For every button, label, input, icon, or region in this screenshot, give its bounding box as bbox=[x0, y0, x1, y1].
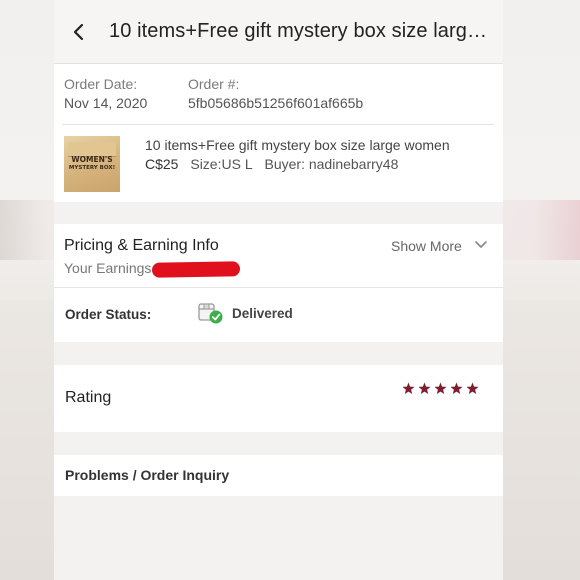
item-price: C$25 bbox=[145, 156, 179, 172]
page-title: 10 items+Free gift mystery box size larg… bbox=[109, 20, 488, 42]
problems-inquiry-row[interactable]: Problems / Order Inquiry bbox=[54, 455, 503, 496]
rating-card: Rating bbox=[54, 365, 503, 432]
redaction-mark bbox=[151, 261, 241, 278]
item-details: C$25 Size:US L Buyer: nadinebarry48 bbox=[145, 156, 398, 172]
thumbnail-caption: WOMEN'S MYSTERY BOX! bbox=[66, 156, 118, 172]
star-icon bbox=[466, 382, 479, 394]
divider bbox=[54, 287, 503, 288]
order-status-label: Order Status: bbox=[65, 307, 152, 322]
thumbnail-subtext: MYSTERY BOX! bbox=[68, 165, 116, 171]
chevron-down-icon[interactable] bbox=[474, 240, 488, 250]
earnings-label: Your Earnings bbox=[64, 260, 152, 276]
order-info-card: Order Date: Nov 14, 2020 Order #: 5fb056… bbox=[54, 64, 503, 202]
item-title[interactable]: 10 items+Free gift mystery box size larg… bbox=[145, 137, 450, 153]
order-number-label: Order #: bbox=[188, 76, 240, 92]
item-thumbnail[interactable]: WOMEN'S MYSTERY BOX! bbox=[64, 136, 120, 192]
divider bbox=[62, 124, 494, 125]
star-icon bbox=[450, 382, 463, 394]
star-icon bbox=[418, 382, 431, 394]
item-buyer[interactable]: Buyer: nadinebarry48 bbox=[265, 156, 399, 172]
star-icon bbox=[402, 382, 415, 394]
header-bar: 10 items+Free gift mystery box size larg… bbox=[54, 0, 503, 64]
item-size: Size:US L bbox=[190, 156, 253, 172]
order-details-screen: 10 items+Free gift mystery box size larg… bbox=[54, 0, 503, 580]
problems-inquiry-label[interactable]: Problems / Order Inquiry bbox=[65, 467, 229, 483]
star-icon bbox=[434, 382, 447, 394]
rating-stars bbox=[402, 382, 479, 402]
order-status-value: Delivered bbox=[232, 306, 293, 321]
rating-label: Rating bbox=[65, 389, 112, 406]
chevron-left-icon[interactable] bbox=[70, 22, 88, 42]
order-date-value: Nov 14, 2020 bbox=[64, 95, 148, 111]
order-number-value: 5fb05686b51256f601af665b bbox=[188, 95, 364, 111]
show-more-button[interactable]: Show More bbox=[391, 238, 462, 254]
pricing-title: Pricing & Earning Info bbox=[64, 237, 219, 254]
thumbnail-text: WOMEN'S bbox=[71, 155, 113, 164]
delivered-box-check-icon bbox=[198, 303, 223, 324]
pricing-status-card: Pricing & Earning Info Your Earnings Sho… bbox=[54, 224, 503, 342]
order-date-label: Order Date: bbox=[64, 76, 138, 92]
